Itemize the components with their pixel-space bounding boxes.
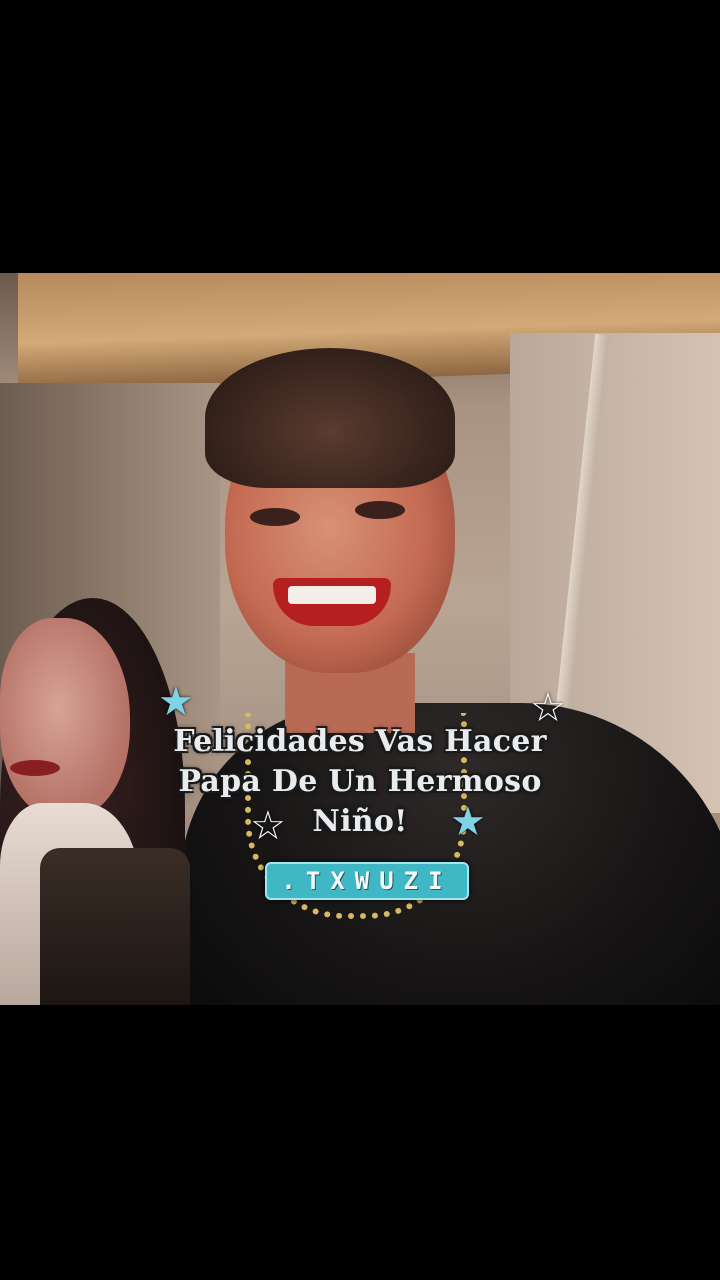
caption-line-1: Felicidades Vas Hacer: [173, 724, 547, 759]
caption-line-3: Niño!: [312, 804, 408, 839]
main-person-teeth: [288, 586, 376, 604]
watermark-text: .TXWUZI: [281, 867, 453, 895]
main-person-eye-right: [355, 501, 405, 519]
star-icon-top-left: ★: [158, 679, 194, 725]
star-icon-top-right: ☆: [530, 685, 566, 731]
main-person-hair: [205, 348, 455, 488]
main-person-eye-left: [250, 508, 300, 526]
caption-line-2: Papa De Un Hermoso: [178, 764, 542, 799]
watermark-badge: .TXWUZI: [265, 862, 469, 900]
left-person-jacket: [40, 848, 190, 1005]
